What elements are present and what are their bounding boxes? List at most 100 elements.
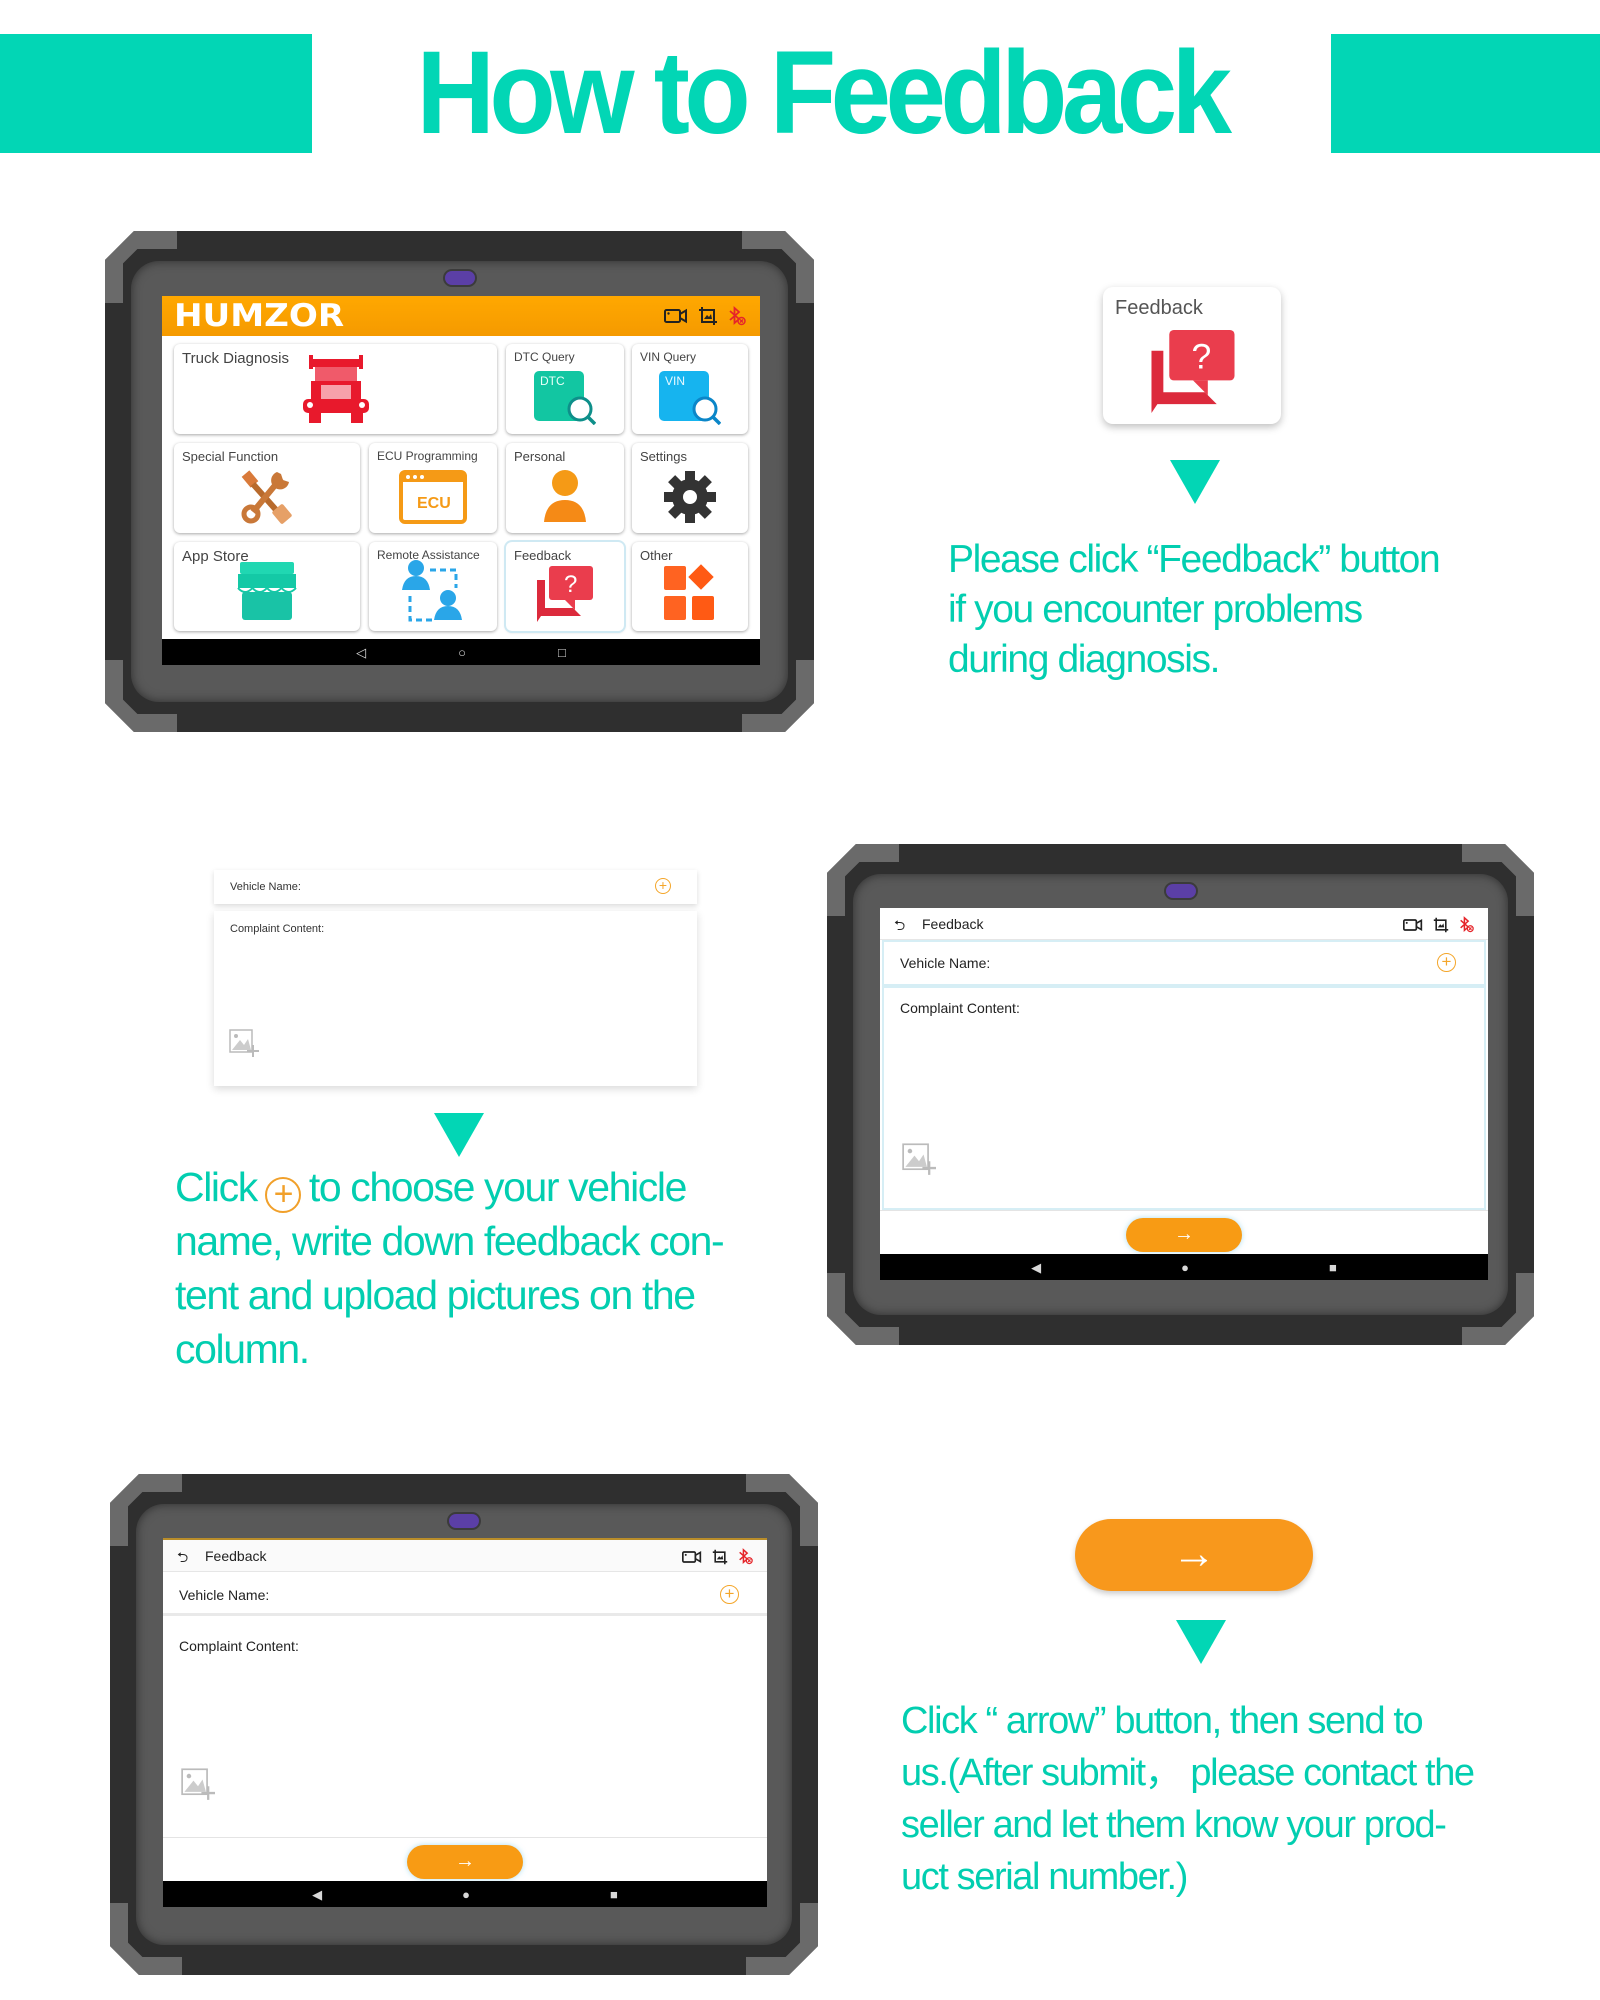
truck-icon <box>301 353 371 430</box>
vehicle-name-field[interactable]: Vehicle Name: + <box>214 870 697 904</box>
android-nav-bar: ◁ ○ □ <box>162 639 760 665</box>
vehicle-name-field[interactable]: Vehicle Name: + <box>163 1574 767 1616</box>
screenshot-icon[interactable] <box>1433 917 1449 933</box>
remote-assistance-icon <box>400 558 466 627</box>
instruction-text: to choose your vehicle <box>308 1164 688 1210</box>
tile-special-function[interactable]: Special Function <box>174 443 360 533</box>
nav-back-button[interactable]: ◁ <box>356 646 366 659</box>
nav-recent-button[interactable]: ■ <box>1329 1261 1337 1274</box>
instruction-line: us.(After submit， please contact the <box>901 1752 1475 1794</box>
complaint-content-field[interactable]: Complaint Content: <box>884 988 1484 1208</box>
other-apps-icon <box>662 564 718 627</box>
instruction-line: seller and let them know your prod- <box>901 1804 1447 1846</box>
feedback-header: ⮌ Feedback <box>163 1540 767 1572</box>
home-screen: HUMZOR Truck Diagnosis DTC Query DTC VIN… <box>162 296 760 665</box>
video-camera-icon[interactable] <box>682 1550 702 1564</box>
tablet-feedback-form: ⮌ Feedback Vehicle Name: + Complaint Con… <box>827 844 1534 1345</box>
app-header: HUMZOR <box>162 296 760 336</box>
tile-app-store[interactable]: App Store <box>174 542 360 631</box>
step1-instructions: Please click “Feedback” button if you en… <box>948 535 1441 685</box>
vehicle-name-label: Vehicle Name: <box>179 1587 270 1603</box>
bluetooth-disconnected-icon[interactable] <box>738 1548 753 1565</box>
tile-label: Feedback <box>514 548 572 563</box>
bluetooth-disconnected-icon[interactable] <box>728 306 746 326</box>
add-image-icon[interactable] <box>181 1768 215 1805</box>
nav-recent-button[interactable]: ■ <box>610 1888 618 1901</box>
brand-logo: HUMZOR <box>174 298 345 334</box>
feedback-tile-enlarged[interactable]: Feedback ? <box>1103 287 1281 424</box>
down-arrow-icon <box>1170 460 1220 504</box>
feedback-tile-label: Feedback <box>1115 297 1203 319</box>
add-circle-icon: + <box>264 1177 301 1213</box>
feedback-icon: ? <box>1143 327 1243 418</box>
down-arrow-icon <box>434 1113 484 1157</box>
nav-home-button[interactable]: ○ <box>458 646 466 659</box>
instruction-line: if you encounter problems <box>948 588 1363 631</box>
instruction-line: Click + to choose your vehicle <box>175 1160 723 1214</box>
feedback-title: Feedback <box>205 1548 267 1564</box>
submit-arrow-button[interactable]: → <box>1126 1218 1242 1252</box>
add-vehicle-icon[interactable]: + <box>720 1585 739 1604</box>
nav-back-button[interactable]: ◀ <box>1031 1261 1041 1274</box>
instruction-line: tent and upload pictures on the <box>175 1272 696 1318</box>
tile-other[interactable]: Other <box>632 542 748 631</box>
tile-truck-diagnosis[interactable]: Truck Diagnosis <box>174 344 497 434</box>
down-arrow-icon <box>1176 1620 1226 1664</box>
tablet-feedback-submit: ⮌ Feedback Vehicle Name: + Complaint Con… <box>110 1474 818 1975</box>
dtc-query-icon: DTC <box>534 369 597 430</box>
tablet-home: HUMZOR Truck Diagnosis DTC Query DTC VIN… <box>105 231 814 732</box>
svg-text:?: ? <box>1192 337 1212 377</box>
tile-ecu-programming[interactable]: ECU Programming ECU <box>369 443 497 533</box>
tile-personal[interactable]: Personal <box>506 443 624 533</box>
svg-text:ECU: ECU <box>417 495 451 512</box>
complaint-content-label: Complaint Content: <box>179 1638 299 1654</box>
tile-vin-query[interactable]: VIN Query VIN <box>632 344 748 434</box>
android-nav-bar: ◀ ● ■ <box>880 1254 1488 1280</box>
feedback-icon: ? <box>535 564 595 627</box>
screenshot-icon[interactable] <box>698 306 718 326</box>
step2-instructions: Click + to choose your vehicle name, write… <box>175 1160 725 1376</box>
complaint-content-field[interactable]: Complaint Content: <box>214 911 697 1086</box>
tile-label: Other <box>640 548 673 563</box>
add-image-icon[interactable] <box>229 1029 259 1062</box>
android-nav-bar: ◀ ● ■ <box>163 1881 767 1907</box>
screenshot-icon[interactable] <box>712 1549 728 1565</box>
vehicle-name-label: Vehicle Name: <box>230 881 301 893</box>
add-image-icon[interactable] <box>902 1143 936 1180</box>
tile-remote-assistance[interactable]: Remote Assistance <box>369 542 497 631</box>
nav-back-button[interactable]: ◀ <box>312 1888 322 1901</box>
add-vehicle-icon[interactable]: + <box>1437 953 1456 972</box>
camera <box>449 1514 479 1528</box>
svg-text:DTC: DTC <box>540 374 565 388</box>
step3-instructions: Click “ arrow” button, then send to us.(… <box>901 1695 1475 1903</box>
vehicle-name-field[interactable]: Vehicle Name: + <box>884 942 1484 984</box>
back-icon[interactable]: ⮌ <box>177 1547 188 1571</box>
tile-label: ECU Programming <box>377 449 478 463</box>
nav-home-button[interactable]: ● <box>462 1888 470 1901</box>
video-camera-icon[interactable] <box>1403 918 1423 932</box>
tools-icon <box>239 468 295 529</box>
camera <box>1165 884 1196 898</box>
feedback-screen: ⮌ Feedback Vehicle Name: + Complaint Con… <box>880 908 1488 1280</box>
nav-home-button[interactable]: ● <box>1181 1261 1189 1274</box>
bluetooth-disconnected-icon[interactable] <box>1459 916 1474 933</box>
vehicle-name-label: Vehicle Name: <box>900 955 991 971</box>
back-icon[interactable]: ⮌ <box>894 915 905 939</box>
add-vehicle-icon[interactable]: + <box>655 878 671 894</box>
nav-recent-button[interactable]: □ <box>558 646 566 659</box>
submit-arrow-button-enlarged[interactable]: → <box>1075 1519 1313 1591</box>
instruction-line: Please click “Feedback” button <box>948 538 1441 581</box>
video-camera-icon[interactable] <box>664 308 688 324</box>
instruction-text: Click <box>175 1164 258 1210</box>
complaint-content-field[interactable]: Complaint Content: <box>163 1622 767 1837</box>
header-band-right <box>1331 34 1600 153</box>
submit-arrow-button[interactable]: → <box>407 1845 523 1879</box>
tile-feedback[interactable]: Feedback ? <box>506 542 624 631</box>
svg-text:?: ? <box>564 571 577 598</box>
complaint-content-label: Complaint Content: <box>230 923 325 935</box>
store-icon <box>234 560 300 627</box>
tile-dtc-query[interactable]: DTC Query DTC <box>506 344 624 434</box>
tile-settings[interactable]: Settings <box>632 443 748 533</box>
tile-label: Settings <box>640 449 687 464</box>
instruction-line: name, write down feedback con- <box>175 1218 725 1264</box>
